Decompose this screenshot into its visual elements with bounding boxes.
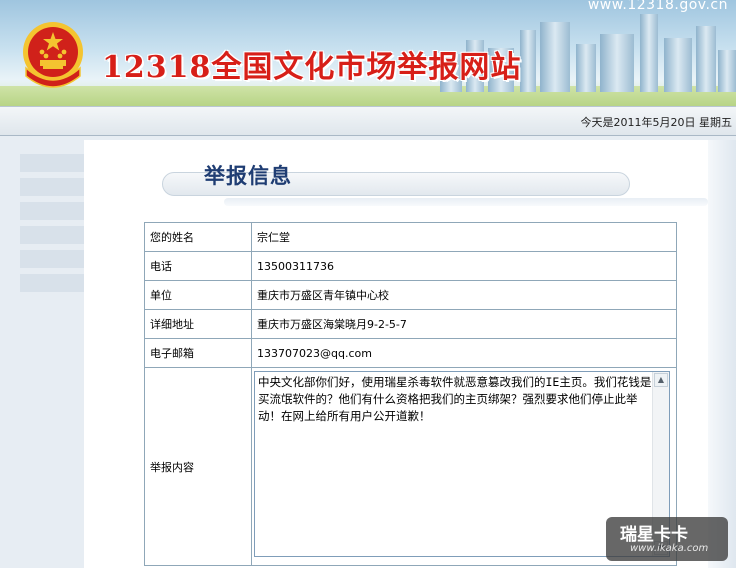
email-value: 133707023@qq.com [251,338,677,368]
report-info-table: 您的姓名 宗仁堂 电话 13500311736 单位 重庆市万盛区青年镇中心校 … [144,222,677,566]
national-emblem-icon [23,22,83,88]
table-row: 您的姓名 宗仁堂 [144,222,677,252]
watermark-title: 瑞星卡卡 [620,525,688,545]
scroll-up-arrow-icon[interactable]: ▲ [654,373,668,387]
table-row: 电话 13500311736 [144,251,677,281]
table-row: 举报内容 中央文化部你们好，使用瑞星杀毒软件就恶意篡改我们的IE主页。我们花钱是… [144,367,677,566]
report-content-text: 中央文化部你们好，使用瑞星杀毒软件就恶意篡改我们的IE主页。我们花钱是买流氓软件… [258,375,652,423]
table-row: 详细地址 重庆市万盛区海棠晓月9-2-5-7 [144,309,677,339]
report-content-label: 举报内容 [144,367,252,566]
current-date: 今天是2011年5月20日 星期五 [580,116,733,129]
watermark-logo: 瑞星卡卡 www.ikaka.com [606,517,728,561]
email-label: 电子邮箱 [144,338,252,368]
date-bar: 今天是2011年5月20日 星期五 [0,106,736,136]
site-url: www.12318.gov.cn [587,0,728,13]
organization-value: 重庆市万盛区青年镇中心校 [251,280,677,310]
panel-right-edge [708,140,736,568]
watermark-url: www.ikaka.com [630,543,709,554]
name-label: 您的姓名 [144,222,252,252]
table-row: 单位 重庆市万盛区青年镇中心校 [144,280,677,310]
section-title: 举报信息 [204,164,292,188]
phone-label: 电话 [144,251,252,281]
section-underline [224,198,708,206]
address-label: 详细地址 [144,309,252,339]
organization-label: 单位 [144,280,252,310]
name-value: 宗仁堂 [251,222,677,252]
site-header: www.12318.gov.cn 12318全国文化市场举报网站 [0,0,736,106]
table-row: 电子邮箱 133707023@qq.com [144,338,677,368]
site-title: 12318全国文化市场举报网站 [102,50,522,85]
address-value: 重庆市万盛区海棠晓月9-2-5-7 [251,309,677,339]
phone-value: 13500311736 [251,251,677,281]
